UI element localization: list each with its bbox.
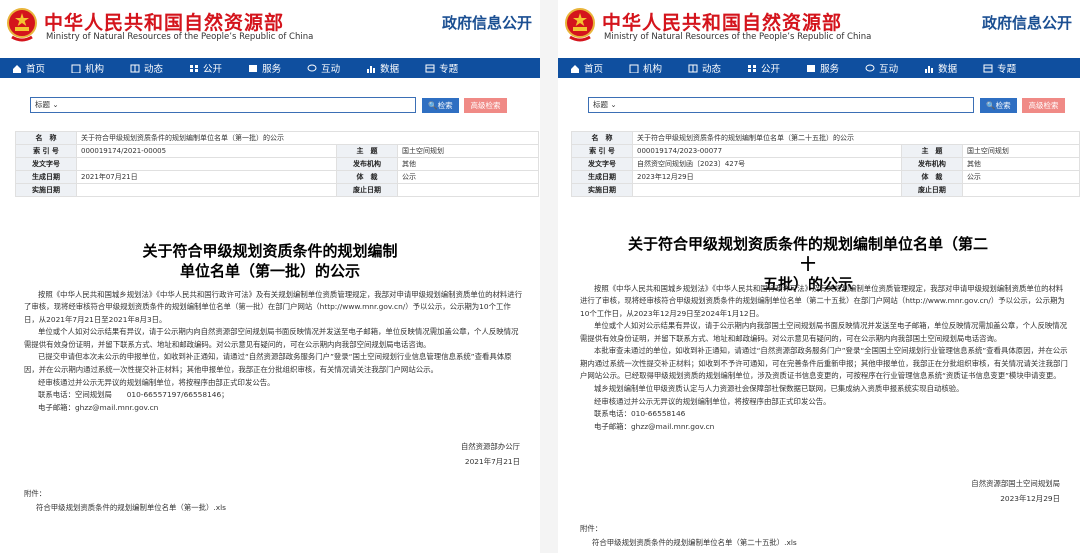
nav-topic[interactable]: 专题 (983, 61, 1016, 75)
nav-news[interactable]: 动态 (688, 61, 721, 75)
attachments: 附件： 符合甲级规划资质条件的规划编制单位名单（第一批）.xls (24, 487, 226, 515)
contact-email: 电子邮箱：ghzz@mail.mnr.gov.cn (594, 422, 715, 432)
nav-data[interactable]: 数据 (366, 61, 399, 75)
doc-title: 关于符合甲级规划资质条件的规划编制 单位名单（第一批）的公示 (142, 242, 398, 280)
contact-email: 电子邮箱：ghzz@mail.mnr.gov.cn (38, 403, 159, 413)
building-icon (71, 64, 81, 73)
nav-service[interactable]: 服务 (806, 61, 839, 75)
gov-info-title[interactable]: 政府信息公开 (442, 12, 532, 33)
site-title-cn[interactable]: 中华人民共和国自然资源部 (602, 8, 842, 35)
site-header: 中华人民共和国自然资源部 Ministry of Natural Resourc… (0, 0, 540, 58)
attachments: 附件： 符合甲级规划资质条件的规划编制单位名单（第二十五批）.xls (580, 522, 797, 550)
search-button[interactable]: 🔍 检索 (422, 97, 459, 113)
search-input[interactable]: 标题 ⌄ (588, 97, 974, 113)
site-title-en: Ministry of Natural Resources of the Peo… (46, 32, 314, 42)
paragraph: 经审核通过并公示无异议的规划编制单位，将按程序由部正式印发公告。 (594, 396, 831, 406)
nav-interact[interactable]: 互动 (307, 61, 340, 75)
divider (540, 0, 558, 553)
meta-name: 关于符合甲级规划资质条件的规划编制单位名单（第一批）的公示 (76, 131, 539, 145)
search-field-select[interactable]: 标题 ⌄ (593, 99, 617, 110)
service-icon (807, 64, 816, 72)
contact-tel: 联系电话：010-66558146 (594, 409, 686, 419)
nav-home[interactable]: 首页 (12, 61, 45, 75)
search-button[interactable]: 🔍 检索 (980, 97, 1017, 113)
paragraph: 按照《中华人民共和国城乡规划法》《中华人民共和国行政许可法》及有关规划编制单位资… (580, 284, 1065, 318)
nav-service[interactable]: 服务 (248, 61, 281, 75)
attachment-link[interactable]: 符合甲级规划资质条件的规划编制单位名单（第二十五批）.xls (580, 536, 797, 550)
nav-public[interactable]: 公开 (747, 61, 780, 75)
nav-news[interactable]: 动态 (130, 61, 163, 75)
signature: 自然资源部办公厅 2021年7月21日 (460, 442, 520, 466)
nav-agency[interactable]: 机构 (71, 61, 104, 75)
building-icon (629, 64, 639, 73)
signature: 自然资源部国土空间规划局 2023年12月29日 (971, 479, 1060, 503)
meta-name: 关于符合甲级规划资质条件的规划编制单位名单（第二十五批）的公示 (632, 131, 1080, 145)
paragraph: 单位或个人如对公示结果有异议，请于公示期内向我部国土空间规划局书面反映情况并发送… (580, 321, 1068, 343)
topic-icon (425, 64, 435, 72)
chevron-down-icon: ⌄ (610, 100, 617, 109)
search-icon: 🔍 (986, 100, 996, 110)
grid-icon (748, 64, 757, 72)
nav-public[interactable]: 公开 (189, 61, 222, 75)
site-title-cn[interactable]: 中华人民共和国自然资源部 (44, 8, 284, 35)
advanced-search-button[interactable]: 高级检索 (1022, 97, 1065, 113)
chat-icon (865, 64, 875, 71)
nav-topic[interactable]: 专题 (425, 61, 458, 75)
comparison-view: 中华人民共和国自然资源部 Ministry of Natural Resourc… (0, 0, 1080, 553)
site-title-en: Ministry of Natural Resources of the Peo… (604, 32, 872, 42)
paragraph: 本批审查未通过的单位，如收到补正通知，请通过“自然资源部政务服务门户”登录“全国… (580, 346, 1068, 381)
main-nav: 首页 机构 动态 公开 服务 互动 数据 专题 (558, 58, 1080, 78)
search-bar: 标题 ⌄ 🔍 检索 高级检索 (30, 97, 507, 113)
bar-chart-icon (925, 65, 934, 73)
paragraph: 已提交申请但本次未公示的申报单位，如收到补正通知，请通过“自然资源部政务服务门户… (24, 352, 512, 374)
search-bar: 标题 ⌄ 🔍 检索 高级检索 (588, 97, 1065, 113)
home-icon (571, 64, 579, 73)
attachment-link[interactable]: 符合甲级规划资质条件的规划编制单位名单（第一批）.xls (24, 501, 226, 515)
advanced-search-button[interactable]: 高级检索 (464, 97, 507, 113)
national-emblem-icon (7, 8, 37, 42)
doc-body: 按照《中华人民共和国城乡规划法》《中华人民共和国行政许可法》及有关规划编制单位资… (24, 289, 524, 415)
chat-icon (307, 64, 317, 71)
doc-body: 按照《中华人民共和国城乡规划法》《中华人民共和国行政许可法》及有关规划编制单位资… (580, 283, 1068, 434)
contact-tel: 联系电话：空间规划局 010-66557197/66558146； (38, 390, 229, 400)
search-icon: 🔍 (428, 100, 438, 110)
paragraph: 经审核通过并公示无异议的规划编制单位，将按程序由部正式印发公告。 (38, 377, 275, 387)
paragraph: 城乡规划编制单位甲级资质认定与人力资源社会保障部社保数据已联网，已集成纳入资质申… (594, 383, 964, 393)
nav-data[interactable]: 数据 (924, 61, 957, 75)
paragraph: 按照《中华人民共和国城乡规划法》《中华人民共和国行政许可法》及有关规划编制单位资… (24, 290, 523, 324)
chevron-down-icon: ⌄ (52, 100, 59, 109)
service-icon (249, 64, 258, 72)
home-icon (13, 64, 21, 73)
book-icon (130, 64, 140, 72)
nav-agency[interactable]: 机构 (629, 61, 662, 75)
main-nav: 首页 机构 动态 公开 服务 互动 数据 专题 (0, 58, 540, 78)
paragraph: 单位或个人如对公示结果有异议，请于公示期内向自然资源部空间规划局书面反映情况并发… (24, 327, 519, 349)
search-field-select[interactable]: 标题 ⌄ (35, 99, 59, 110)
national-emblem-icon (565, 8, 595, 42)
nav-interact[interactable]: 互动 (865, 61, 898, 75)
book-icon (688, 64, 698, 72)
left-page: 中华人民共和国自然资源部 Ministry of Natural Resourc… (0, 0, 540, 553)
doc-meta-table: 名 称关于符合甲级规划资质条件的规划编制单位名单（第二十五批）的公示 索 引 号… (571, 131, 1080, 197)
doc-meta-table: 名 称关于符合甲级规划资质条件的规划编制单位名单（第一批）的公示 索 引 号 00… (15, 131, 539, 197)
gov-info-title[interactable]: 政府信息公开 (982, 12, 1072, 33)
nav-home[interactable]: 首页 (570, 61, 603, 75)
grid-icon (190, 64, 199, 72)
bar-chart-icon (367, 65, 376, 73)
topic-icon (983, 64, 993, 72)
search-input[interactable]: 标题 ⌄ (30, 97, 416, 113)
right-page: 中华人民共和国自然资源部 Ministry of Natural Resourc… (558, 0, 1080, 553)
site-header: 中华人民共和国自然资源部 Ministry of Natural Resourc… (558, 0, 1080, 58)
